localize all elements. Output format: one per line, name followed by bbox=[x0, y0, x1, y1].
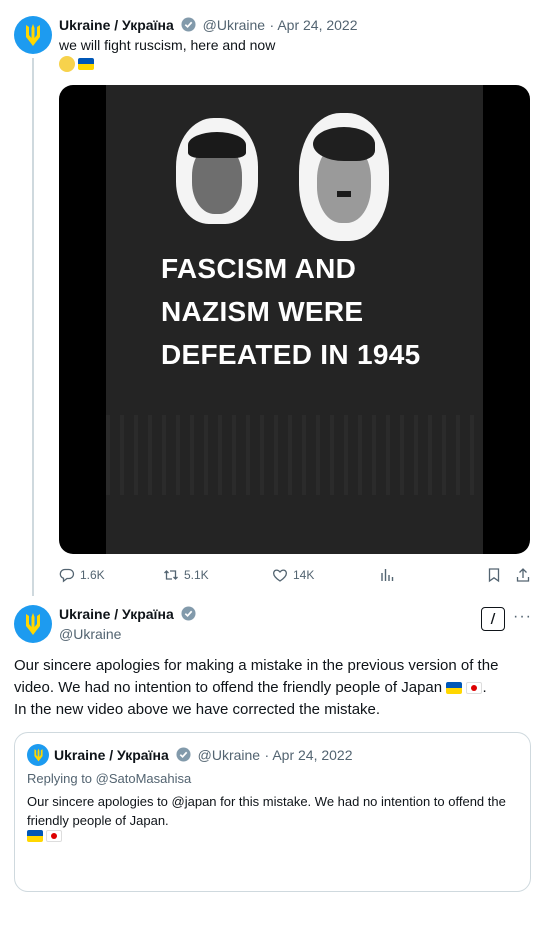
like-icon bbox=[273, 569, 287, 582]
avatar[interactable] bbox=[27, 744, 49, 766]
tweet-text: we will fight ruscism, here and now bbox=[59, 37, 276, 53]
avatar[interactable] bbox=[14, 16, 52, 54]
tweet-actions: 1.6K 5.1K 14K bbox=[59, 567, 534, 587]
retweet-icon bbox=[164, 570, 178, 580]
tweet-date[interactable]: · Apr 24, 2022 bbox=[265, 747, 353, 763]
verified-icon bbox=[181, 606, 196, 621]
thread-line bbox=[32, 58, 34, 596]
share-icon bbox=[516, 568, 530, 582]
more-button[interactable]: ··· bbox=[513, 608, 532, 626]
verified-icon bbox=[176, 747, 191, 762]
grok-button[interactable]: / bbox=[481, 607, 505, 631]
more-icon: ··· bbox=[513, 608, 532, 625]
grok-icon: / bbox=[490, 611, 496, 627]
author-handle[interactable]: @Ukraine bbox=[198, 747, 260, 763]
japan-flag-icon bbox=[466, 682, 483, 695]
avatar[interactable] bbox=[14, 605, 52, 643]
bookmark-icon bbox=[488, 568, 500, 583]
share-button[interactable] bbox=[515, 567, 531, 583]
quote-header: Ukraine / Україна @Ukraine · Apr 24, 202… bbox=[54, 747, 353, 765]
retweet-button[interactable]: 5.1K bbox=[163, 567, 209, 583]
author-name-row: Ukraine / Україна bbox=[59, 606, 198, 624]
author-name[interactable]: Ukraine / Україна bbox=[54, 747, 169, 763]
trident-icon bbox=[26, 613, 40, 635]
ukraine-flag-icon bbox=[78, 58, 94, 70]
retweet-count: 5.1K bbox=[184, 568, 209, 582]
trident-icon bbox=[26, 24, 40, 46]
ukraine-flag-icon bbox=[446, 682, 463, 695]
portrait-image bbox=[176, 118, 258, 224]
quote-emoji bbox=[27, 830, 62, 842]
reply-count: 1.6K bbox=[80, 568, 105, 582]
video-frame: FASCISM AND NAZISM WERE DEFEATED IN 1945 bbox=[106, 85, 483, 554]
tweet-text-main: Our sincere apologies for making a mista… bbox=[14, 657, 499, 696]
portrait-image bbox=[299, 113, 389, 241]
bookmark-button[interactable] bbox=[486, 567, 502, 583]
ukraine-flag-icon bbox=[27, 830, 43, 842]
tweet-video[interactable]: FASCISM AND NAZISM WERE DEFEATED IN 1945 bbox=[59, 85, 530, 554]
author-name[interactable]: Ukraine / Україна bbox=[59, 606, 174, 622]
reply-icon bbox=[59, 568, 75, 583]
tweet-date[interactable]: · Apr 24, 2022 bbox=[270, 17, 358, 33]
reply-button[interactable]: 1.6K bbox=[59, 567, 105, 583]
author-name[interactable]: Ukraine / Україна bbox=[59, 17, 174, 33]
quote-text: Our sincere apologies to @japan for this… bbox=[27, 794, 506, 828]
sun-emoji-icon bbox=[59, 56, 75, 72]
japan-flag-icon bbox=[46, 830, 62, 842]
trident-icon bbox=[33, 748, 43, 762]
verified-icon bbox=[181, 17, 196, 32]
replying-to[interactable]: Replying to @SatoMasahisa bbox=[27, 771, 191, 786]
author-handle[interactable]: @Ukraine bbox=[59, 626, 121, 642]
like-button[interactable]: 14K bbox=[272, 567, 314, 583]
quoted-tweet[interactable]: Ukraine / Україна @Ukraine · Apr 24, 202… bbox=[14, 732, 531, 892]
like-count: 14K bbox=[293, 568, 315, 582]
tweet-header: Ukraine / Україна @Ukraine · Apr 24, 202… bbox=[59, 17, 358, 35]
tweet-emoji bbox=[59, 56, 94, 72]
views-button[interactable] bbox=[379, 567, 395, 583]
author-handle[interactable]: @Ukraine bbox=[203, 17, 265, 33]
views-icon bbox=[381, 569, 394, 581]
tweet-text: Our sincere apologies for making a mista… bbox=[14, 655, 539, 721]
video-caption: FASCISM AND NAZISM WERE DEFEATED IN 1945 bbox=[161, 253, 421, 370]
